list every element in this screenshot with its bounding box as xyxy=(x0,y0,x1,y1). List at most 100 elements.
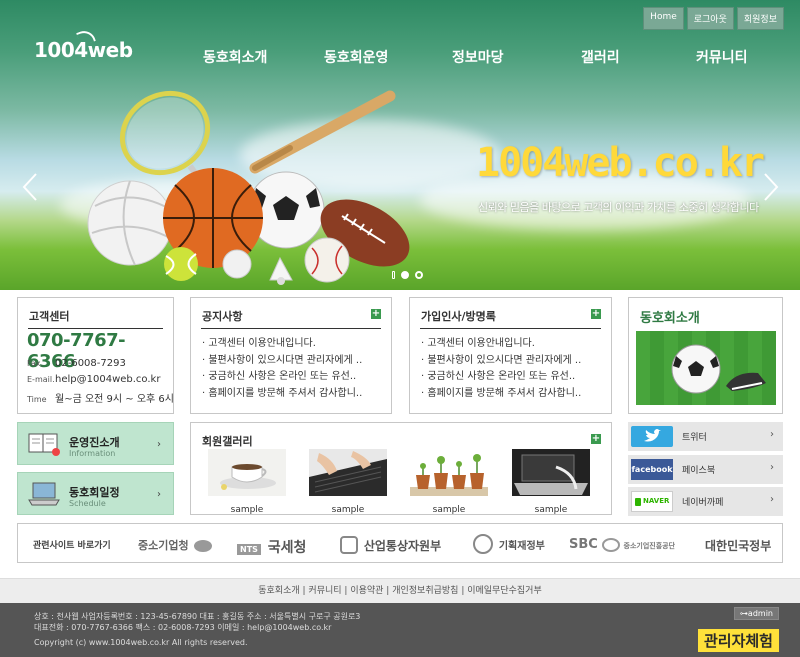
list-item[interactable]: · 홈페이지를 방문해 주셔서 감사합니.. xyxy=(421,386,581,403)
keyboard-thumbnail xyxy=(309,449,387,496)
staff-intro-button[interactable]: 운영진소개 Information › xyxy=(17,422,174,465)
club-schedule-button[interactable]: 동호회일정 Schedule › xyxy=(17,472,174,515)
guestbook-list: · 고객센터 이용안내입니다. · 불편사항이 있으시다면 관리자에게 .. ·… xyxy=(421,336,581,402)
club-intro-box[interactable]: 동호회소개 xyxy=(628,297,783,414)
club-intro-title: 동호회소개 xyxy=(640,311,700,326)
gallery-title: 회원갤러리 xyxy=(202,435,253,448)
footer-links: 동호회소개 | 커뮤니티 | 이용약관 | 개인정보취급방침 | 이메일무단수집… xyxy=(0,578,800,603)
notice-more-button[interactable]: + xyxy=(371,309,381,319)
admin-trial-button[interactable]: 관리자체험 xyxy=(697,629,779,652)
gallery-more-button[interactable]: + xyxy=(591,434,601,444)
footer-contact-info: 대표전화 : 070-7767-6366 팩스 : 02-6008-7293 이… xyxy=(34,623,332,632)
notice-box: 공지사항 + · 고객센터 이용안내입니다. · 불편사항이 있으시다면 관리자… xyxy=(190,297,392,414)
facebook-icon: facebook xyxy=(631,459,673,480)
related-sites-label: 관련사이트 바로가기 xyxy=(33,541,111,551)
gallery-item[interactable]: sample xyxy=(512,449,590,515)
home-link[interactable]: Home xyxy=(643,7,684,30)
footer-copyright: Copyright (c) www.1004web.co.kr All righ… xyxy=(34,638,248,647)
twitter-icon xyxy=(631,426,673,447)
slide-dot[interactable] xyxy=(415,271,423,279)
nav-community[interactable]: 커뮤니티 xyxy=(696,47,748,67)
nav-info[interactable]: 정보마당 xyxy=(452,47,504,67)
club-schedule-label: 동호회일정 xyxy=(69,486,120,499)
notice-title: 공지사항 xyxy=(202,310,243,323)
smba-logo-icon xyxy=(194,540,213,552)
main-visual: Home 로그아웃 회원정보 1004web 동호회소개 동호회운영 정보마당 … xyxy=(0,0,800,290)
member-info-link[interactable]: 회원정보 xyxy=(736,7,784,30)
list-item[interactable]: · 불편사항이 있으시다면 관리자에게 .. xyxy=(202,353,362,370)
top-links: Home 로그아웃 회원정보 xyxy=(643,7,784,30)
guestbook-more-button[interactable]: + xyxy=(591,309,601,319)
nav-gallery[interactable]: 갤러리 xyxy=(581,47,620,67)
sbc-logo-icon xyxy=(601,538,620,552)
email-row: E-mail.help@1004web.co.kr xyxy=(27,374,161,385)
twitter-link[interactable]: 트위터 › xyxy=(628,422,783,451)
list-item[interactable]: · 고객센터 이용안내입니다. xyxy=(421,336,581,353)
soccer-field-image xyxy=(636,331,776,405)
partner-mosf[interactable]: 기획재정부 xyxy=(473,533,545,554)
chevron-right-icon xyxy=(764,173,779,201)
partner-motie[interactable]: 산업통상자원부 xyxy=(340,536,441,554)
footer-link-community[interactable]: 커뮤니티 xyxy=(308,586,341,596)
motie-emblem-icon xyxy=(340,536,358,554)
partner-smba[interactable]: 중소기업청 xyxy=(138,537,213,553)
plant-pots-thumbnail xyxy=(410,449,488,496)
divider xyxy=(420,328,601,329)
book-icon xyxy=(28,433,60,456)
partner-nts[interactable]: NTS 국세청 xyxy=(237,537,306,557)
gallery-item[interactable]: sample xyxy=(309,449,387,515)
slide-dots xyxy=(392,271,423,279)
list-item[interactable]: · 고객센터 이용안내입니다. xyxy=(202,336,362,353)
footer-link-intro[interactable]: 동호회소개 xyxy=(258,586,299,596)
gallery-caption: sample xyxy=(534,505,568,515)
gallery-caption: sample xyxy=(331,505,365,515)
nts-logo-icon: NTS xyxy=(237,543,261,555)
gallery-caption: sample xyxy=(432,505,466,515)
club-schedule-sub: Schedule xyxy=(69,499,106,508)
list-item[interactable]: · 궁금하신 사항은 온라인 또는 유선.. xyxy=(421,369,581,386)
guestbook-title: 가입인사/방명록 xyxy=(421,310,496,323)
slide-prev-arrow[interactable] xyxy=(22,172,38,202)
slide-dot[interactable] xyxy=(401,271,409,279)
slide-next-arrow[interactable] xyxy=(763,172,779,202)
customer-center-title: 고객센터 xyxy=(29,310,70,323)
divider xyxy=(201,328,381,329)
partner-sbc[interactable]: SBC 중소기업진흥공단 xyxy=(569,537,675,552)
gallery-item[interactable]: sample xyxy=(208,449,286,515)
footer-link-terms[interactable]: 이용약관 xyxy=(350,586,383,596)
staff-intro-label: 운영진소개 xyxy=(69,436,120,449)
hero-subtitle: 신뢰와 믿음을 바탕으로 고객의 이익과 가치를 소중히 생각합니다 xyxy=(478,201,759,214)
slide-pause-icon[interactable] xyxy=(392,271,395,279)
footer-link-email-refusal[interactable]: 이메일무단수집거부 xyxy=(467,586,542,596)
time-row: Time 월~금 오전 9시 ~ 오후 6시 xyxy=(27,394,174,405)
customer-center-box: 고객센터 070-7767-6366 Fax. 02-6008-7293 E-ma… xyxy=(17,297,174,414)
laptop-icon xyxy=(28,482,60,506)
gallery-item[interactable]: sample xyxy=(410,449,488,515)
staff-intro-sub: Information xyxy=(69,449,116,458)
sports-balls-illustration xyxy=(87,90,410,285)
divider xyxy=(28,328,163,329)
facebook-link[interactable]: facebook 페이스북 › xyxy=(628,455,783,484)
partner-korea-gov[interactable]: 대한민국정부 xyxy=(705,537,771,554)
chevron-right-icon: › xyxy=(770,494,774,505)
naver-cafe-label: 네이버까페 xyxy=(682,498,724,508)
logout-link[interactable]: 로그아웃 xyxy=(686,7,734,30)
naver-icon: NAVER xyxy=(631,491,673,512)
related-sites-bar: 관련사이트 바로가기 중소기업청 NTS 국세청 산업통상자원부 기획재정부 S… xyxy=(17,523,783,563)
list-item[interactable]: · 불편사항이 있으시다면 관리자에게 .. xyxy=(421,353,581,370)
list-item[interactable]: · 홈페이지를 방문해 주셔서 감사합니.. xyxy=(202,386,362,403)
list-item[interactable]: · 궁금하신 사항은 온라인 또는 유선.. xyxy=(202,369,362,386)
footer-company-info: 상호 : 천사웹 사업자등록번호 : 123-45-67890 대표 : 홍길동… xyxy=(34,612,361,621)
twitter-label: 트위터 xyxy=(682,433,707,443)
naver-cafe-link[interactable]: NAVER 네이버까페 › xyxy=(628,487,783,516)
admin-login-button[interactable]: ⊶admin xyxy=(733,607,779,620)
coffee-cup-thumbnail xyxy=(208,449,286,496)
nav-operation[interactable]: 동호회운영 xyxy=(324,47,388,67)
footer-link-privacy[interactable]: 개인정보취급방침 xyxy=(392,586,458,596)
facebook-label: 페이스북 xyxy=(682,466,716,476)
chevron-right-icon: › xyxy=(770,462,774,473)
laptop-thumbnail xyxy=(512,449,590,496)
chevron-right-icon: › xyxy=(157,489,161,500)
notice-list: · 고객센터 이용안내입니다. · 불편사항이 있으시다면 관리자에게 .. ·… xyxy=(202,336,362,402)
nav-intro[interactable]: 동호회소개 xyxy=(203,47,267,67)
